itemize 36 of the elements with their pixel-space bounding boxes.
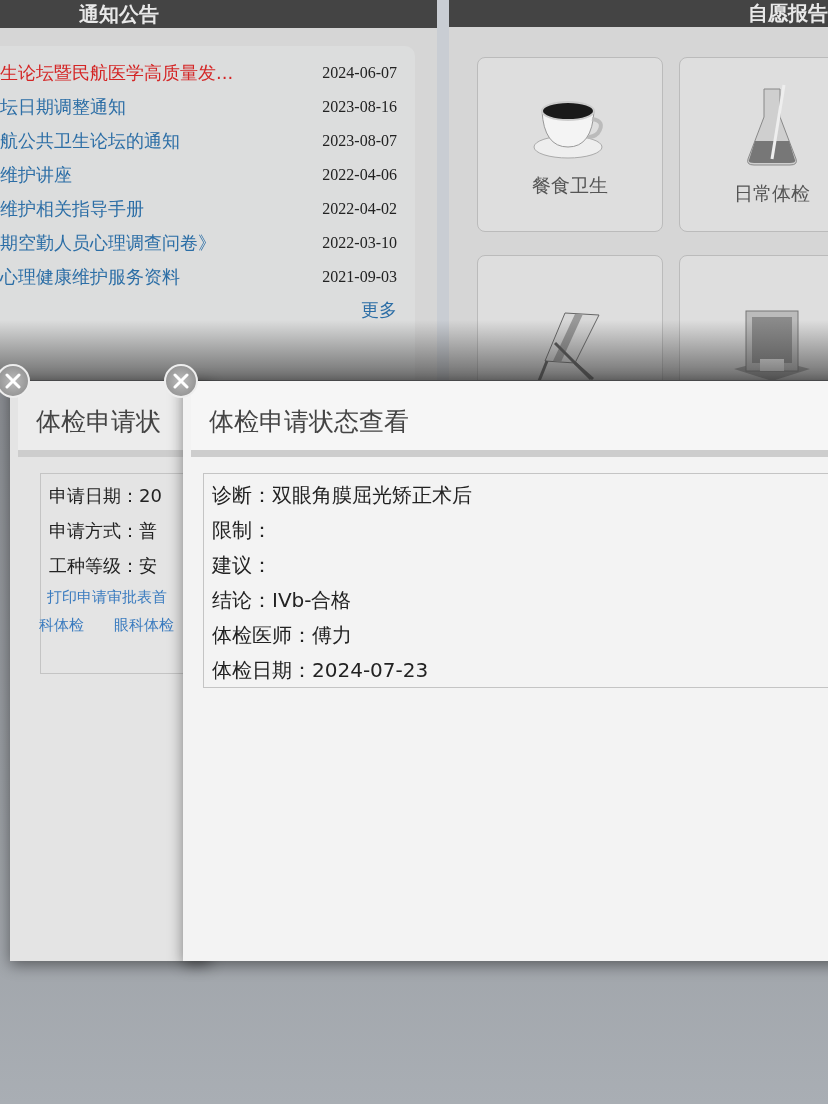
report-card[interactable]: 餐食卫生 [477,57,663,232]
notice-link[interactable]: 心理健康维护服务资料 [0,265,180,289]
dialog-link[interactable]: 眼科体检 [114,611,174,639]
field-text: 诊断：双眼角膜屈光矫正术后 [212,482,473,509]
notice-link[interactable]: 坛日期调整通知 [0,95,126,119]
field-text: 体检日期：2024-07-23 [212,657,430,684]
panel-title: 自愿报告 [748,0,828,27]
field-text: 结论：IVb-合格 [212,587,353,614]
notice-date: 2023-08-16 [322,98,397,116]
report-card[interactable] [477,255,663,380]
notice-date: 2021-09-03 [322,268,397,286]
notice-link[interactable]: 维护相关指导手册 [0,197,144,221]
field-text: 体检医师：傅力 [212,622,353,649]
notice-link[interactable]: 期空勤人员心理调查问卷》 [0,231,216,255]
notice-date: 2022-04-02 [322,200,397,218]
field-text: 建议： [212,552,273,579]
dialog-link[interactable]: 打印申请审批表首 [47,583,167,611]
report-card[interactable]: 日常体检 [679,57,828,232]
field-text: 申请日期：20 [49,484,163,508]
more-link[interactable]: 更多 [361,298,397,322]
dialog-link[interactable]: 科体检 [39,611,84,639]
notice-link[interactable]: 维护讲座 [0,163,72,187]
card-label: 餐食卫生 [532,172,608,198]
field-text: 限制： [212,517,273,544]
notice-link[interactable]: 生论坛暨民航医学高质量发... [0,61,234,85]
close-icon [5,373,21,389]
panel-title: 通知公告 [78,0,159,28]
close-icon [173,373,189,389]
notice-link[interactable]: 航公共卫生论坛的通知 [0,129,180,153]
notice-date: 2022-03-10 [322,234,397,252]
field-text: 申请方式：普 [49,519,158,543]
notice-date: 2022-04-06 [322,166,397,184]
notice-date: 2024-06-07 [322,64,397,82]
card-label: 日常体检 [734,180,810,206]
notice-date: 2023-08-07 [322,132,397,150]
field-text: 工种等级：安 [49,554,158,578]
